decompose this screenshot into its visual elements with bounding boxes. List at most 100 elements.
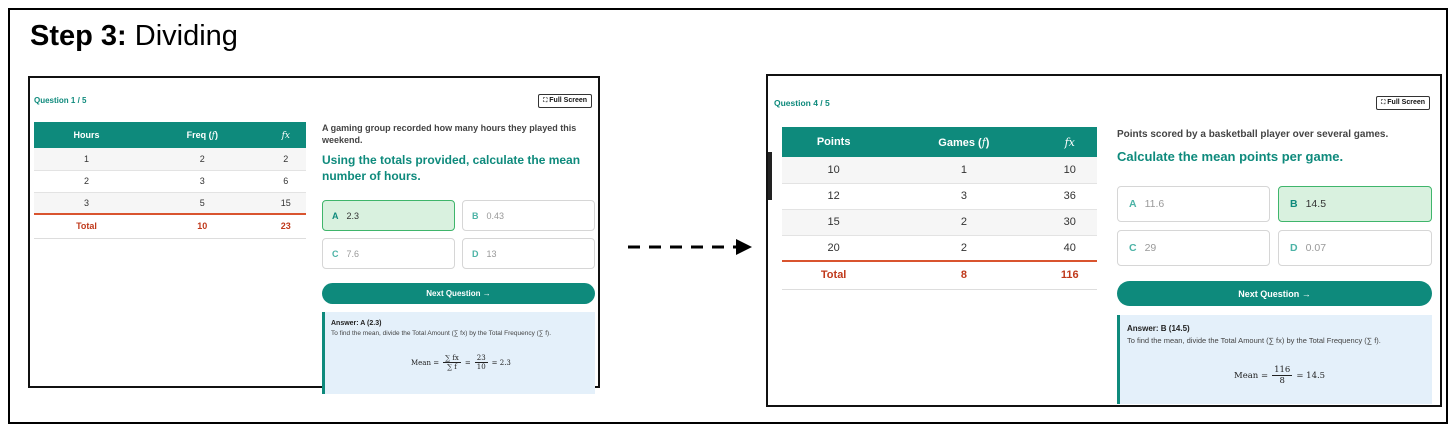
option-b[interactable]: B 0.43 — [462, 200, 595, 231]
table-row: 1 2 2 — [34, 148, 306, 171]
answer-explanation: Answer: A (2.3) To find the mean, divide… — [322, 312, 595, 394]
option-a[interactable]: A 11.6 — [1117, 186, 1270, 222]
table-row: 10 1 10 — [782, 157, 1097, 184]
option-letter: D — [1290, 242, 1298, 254]
table-cell: 30 — [1042, 209, 1097, 236]
question-prompt: A gaming group recorded how many hours t… — [322, 123, 577, 145]
option-letter: A — [1129, 198, 1137, 210]
table-cell: 2 — [34, 170, 139, 193]
next-question-button[interactable]: Next Question → — [322, 283, 595, 304]
table-cell: 3 — [34, 192, 139, 215]
table-header-row: Points Games (f) fx — [782, 127, 1097, 157]
quiz-card-question-4: Question 4 / 5 ⛶ Full Screen Points Game… — [766, 74, 1442, 407]
frequency-table: Points Games (f) fx 10 1 10 12 3 36 15 2… — [782, 127, 1097, 290]
step-title: Step 3: Dividing — [30, 20, 238, 53]
option-value: 7.6 — [346, 248, 360, 259]
table-total-row: Total 8 116 — [782, 260, 1097, 290]
table-cell: 3 — [139, 170, 266, 193]
table-header-row: Hours Freq (f) fx — [34, 122, 306, 148]
table-cell: 10 — [782, 157, 886, 184]
option-value: 0.43 — [486, 210, 505, 221]
answer-title: Answer: A (2.3) — [331, 320, 382, 327]
question-text: Using the totals provided, calculate the… — [322, 153, 581, 183]
table-cell: 5 — [139, 192, 266, 215]
table-cell: 15 — [265, 192, 306, 215]
table-cell: 2 — [139, 148, 266, 171]
table-cell: 3 — [885, 183, 1043, 210]
total-frequency: 8 — [885, 260, 1043, 290]
option-letter: B — [472, 210, 479, 221]
column-header-fx: fx — [265, 122, 306, 148]
question-counter: Question 4 / 5 — [774, 98, 830, 108]
option-value: 0.07 — [1305, 242, 1327, 254]
option-b[interactable]: B 14.5 — [1278, 186, 1432, 222]
option-value: 11.6 — [1144, 198, 1165, 210]
table-row: 15 2 30 — [782, 209, 1097, 236]
table-row: 20 2 40 — [782, 235, 1097, 262]
formula-numerator: ∑ fx — [443, 354, 461, 363]
table-cell: 10 — [1042, 157, 1097, 184]
column-header-games: Games (f) — [885, 127, 1043, 157]
table-row: 12 3 36 — [782, 183, 1097, 210]
answer-text: To find the mean, divide the Total Amoun… — [1127, 336, 1381, 345]
formula-result: = 14.5 — [1296, 370, 1326, 381]
column-header-fx: fx — [1042, 127, 1097, 157]
question-prompt: Points scored by a basketball player ove… — [1117, 129, 1389, 140]
option-a[interactable]: A 2.3 — [322, 200, 455, 231]
table-cell: 36 — [1042, 183, 1097, 210]
formula-equals: = — [464, 358, 471, 367]
formula-denominator: 8 — [1279, 376, 1285, 386]
column-header-points: Points — [782, 127, 886, 157]
table-cell: 1 — [34, 148, 139, 171]
table-cell: 15 — [782, 209, 886, 236]
table-cell: 2 — [885, 235, 1043, 262]
option-c[interactable]: C 7.6 — [322, 238, 455, 269]
option-letter: C — [1129, 242, 1137, 254]
total-frequency: 10 — [139, 213, 266, 239]
step-number: Step 3: — [30, 20, 127, 52]
table-row: 2 3 6 — [34, 170, 306, 193]
step-name: Dividing — [126, 20, 238, 52]
table-cell: 20 — [782, 235, 886, 262]
total-fx: 23 — [265, 213, 306, 239]
quiz-card-question-1: Question 1 / 5 ⛶ Full Screen Hours Freq … — [28, 76, 600, 394]
column-header-freq: Freq (f) — [139, 122, 266, 148]
expand-icon: ⛶ — [543, 98, 548, 104]
full-screen-button[interactable]: ⛶ Full Screen — [538, 94, 592, 108]
next-question-button[interactable]: Next Question → — [1117, 281, 1432, 306]
full-screen-button[interactable]: ⛶ Full Screen — [1376, 96, 1430, 110]
table-cell: 2 — [265, 148, 306, 171]
formula-result: = 2.3 — [491, 358, 511, 367]
formula-denominator: ∑ f — [447, 363, 457, 371]
mean-formula: Mean = ∑ fx ∑ f = 23 10 = 2.3 — [411, 354, 511, 371]
option-d[interactable]: D 0.07 — [1278, 230, 1432, 266]
table-cell: 2 — [885, 209, 1043, 236]
option-c[interactable]: C 29 — [1117, 230, 1270, 266]
table-row: 3 5 15 — [34, 192, 306, 215]
formula-numerator: 116 — [1272, 365, 1293, 376]
total-label: Total — [782, 260, 886, 290]
option-value: 2.3 — [346, 210, 360, 221]
option-d[interactable]: D 13 — [462, 238, 595, 269]
option-value: 13 — [486, 248, 497, 259]
mean-formula: Mean = 116 8 = 14.5 — [1234, 365, 1325, 386]
table-cell: 12 — [782, 183, 886, 210]
full-screen-label: Full Screen — [549, 97, 587, 104]
option-letter: B — [1290, 198, 1298, 210]
dashed-right-arrow-icon — [628, 236, 754, 258]
frequency-table: Hours Freq (f) fx 1 2 2 2 3 6 3 5 15 Tot… — [34, 122, 306, 239]
option-value: 14.5 — [1305, 198, 1327, 210]
formula-lhs: Mean = — [1234, 370, 1269, 381]
formula-numerator: 23 — [474, 354, 488, 363]
total-fx: 116 — [1042, 260, 1097, 290]
table-cell: 40 — [1042, 235, 1097, 262]
option-letter: C — [332, 248, 339, 259]
answer-text: To find the mean, divide the Total Amoun… — [331, 330, 552, 337]
table-total-row: Total 10 23 — [34, 213, 306, 239]
option-letter: D — [472, 248, 479, 259]
question-counter: Question 1 / 5 — [34, 96, 87, 105]
answer-explanation: Answer: B (14.5) To find the mean, divid… — [1117, 315, 1432, 404]
table-cell: 1 — [885, 157, 1043, 184]
formula-denominator: 10 — [476, 363, 486, 371]
answer-title: Answer: B (14.5) — [1127, 324, 1190, 333]
